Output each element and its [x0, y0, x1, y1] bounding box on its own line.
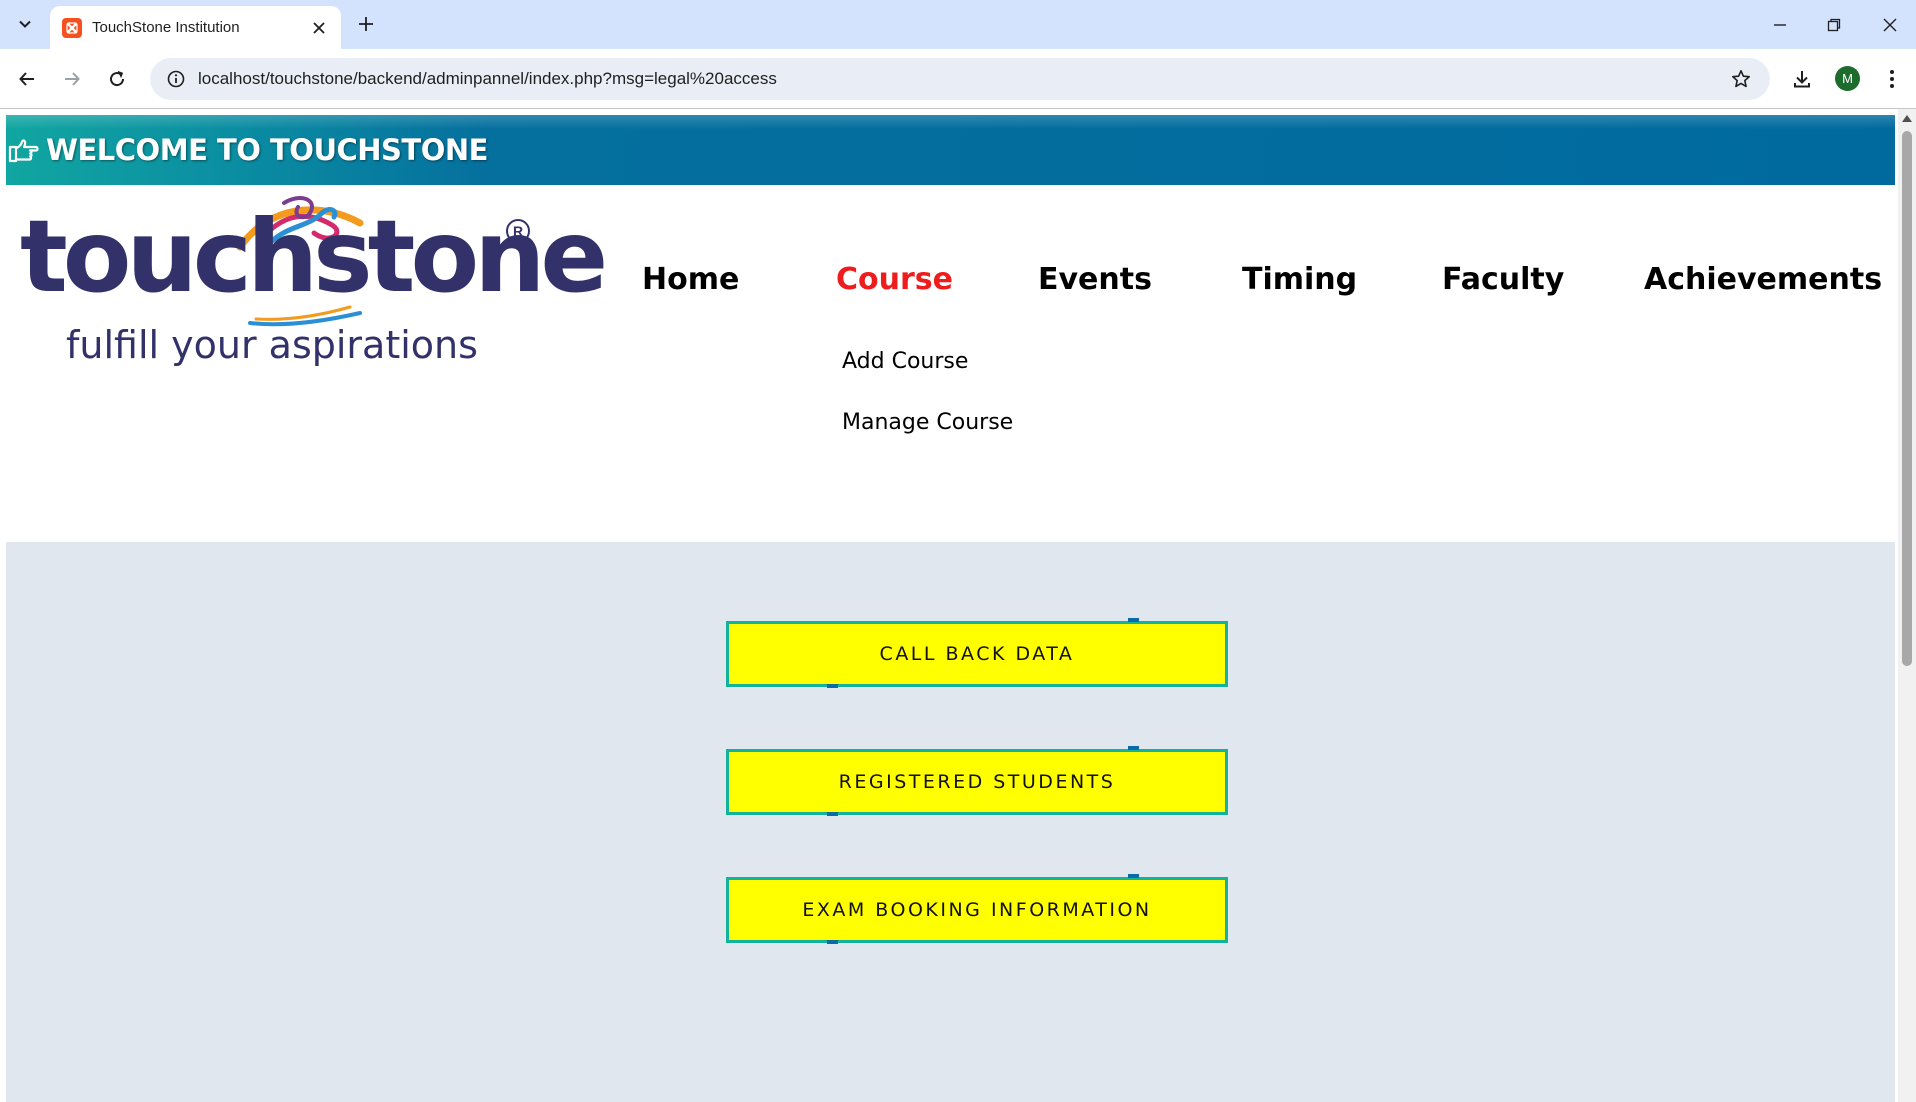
window-close-icon[interactable] [1862, 0, 1916, 49]
tab-close-icon[interactable] [307, 16, 331, 40]
profile-avatar[interactable]: M [1835, 66, 1860, 91]
submenu-add-course[interactable]: Add Course [842, 349, 968, 374]
button-accent [827, 684, 838, 688]
button-accent [827, 940, 838, 944]
page-viewport: WELCOME TO TOUCHSTONE touchstone R fulfi… [0, 109, 1916, 1102]
welcome-banner: WELCOME TO TOUCHSTONE [6, 115, 1895, 185]
site-info-icon[interactable] [162, 65, 190, 93]
bookmark-star-icon[interactable] [1726, 64, 1756, 94]
minimize-icon[interactable] [1752, 0, 1808, 49]
pointing-hand-icon [8, 135, 42, 165]
xampp-favicon-icon [62, 17, 82, 38]
address-bar[interactable]: localhost/touchstone/backend/adminpannel… [150, 58, 1770, 100]
new-tab-plus-icon[interactable] [352, 10, 380, 38]
nav-home[interactable]: Home [642, 262, 739, 297]
submenu-manage-course[interactable]: Manage Course [842, 410, 1013, 435]
page-scrollbar[interactable] [1898, 109, 1916, 1102]
kebab-menu-icon[interactable] [1875, 62, 1909, 96]
nav-events[interactable]: Events [1038, 262, 1152, 297]
nav-achievements[interactable]: Achievements [1644, 262, 1882, 297]
registered-mark: R [506, 219, 530, 243]
reload-icon[interactable] [100, 62, 134, 96]
nav-course[interactable]: Course [836, 262, 953, 297]
logo-tagline: fulfill your aspirations [66, 323, 478, 367]
button-accent [827, 812, 838, 816]
forward-arrow-icon[interactable] [55, 62, 89, 96]
tab-title: TouchStone Institution [92, 19, 240, 36]
browser-toolbar: localhost/touchstone/backend/adminpannel… [0, 49, 1916, 108]
admin-dashboard: CALL BACK DATA REGISTERED STUDENTS EXAM … [6, 542, 1895, 1102]
exam-booking-information-button[interactable]: EXAM BOOKING INFORMATION [726, 877, 1228, 943]
browser-tab-strip: TouchStone Institution [0, 0, 1916, 49]
button-accent [1128, 618, 1139, 622]
url-text[interactable]: localhost/touchstone/backend/adminpannel… [198, 69, 1726, 89]
touchstone-logo[interactable]: touchstone R fulfill your aspirations [20, 195, 608, 380]
banner-title: WELCOME TO TOUCHSTONE [46, 133, 488, 167]
call-back-data-button[interactable]: CALL BACK DATA [726, 621, 1228, 687]
registered-students-button[interactable]: REGISTERED STUDENTS [726, 749, 1228, 815]
site-header: touchstone R fulfill your aspirations Ho… [6, 185, 1895, 542]
download-icon[interactable] [1785, 62, 1819, 96]
chevron-down-icon [19, 20, 31, 28]
button-accent [1128, 746, 1139, 750]
browser-tab[interactable]: TouchStone Institution [50, 6, 341, 49]
tab-search-button[interactable] [9, 8, 41, 40]
scroll-up-arrow-icon[interactable] [1902, 115, 1912, 122]
nav-timing[interactable]: Timing [1242, 262, 1357, 297]
nav-faculty[interactable]: Faculty [1442, 262, 1564, 297]
button-accent [1128, 874, 1139, 878]
restore-icon[interactable] [1806, 0, 1862, 49]
scrollbar-thumb[interactable] [1902, 131, 1912, 666]
back-arrow-icon[interactable] [10, 62, 44, 96]
